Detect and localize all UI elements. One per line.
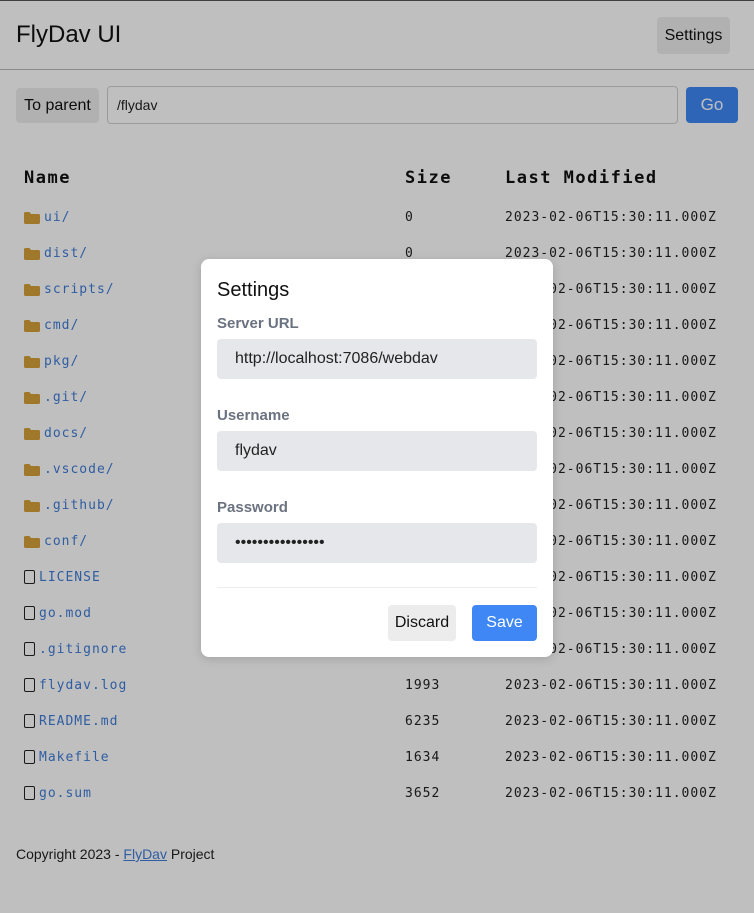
password-label: Password bbox=[217, 499, 288, 516]
save-button[interactable]: Save bbox=[472, 605, 537, 641]
server-url-label: Server URL bbox=[217, 315, 299, 332]
modal-divider bbox=[217, 587, 537, 588]
password-input[interactable] bbox=[217, 523, 537, 563]
username-label: Username bbox=[217, 407, 290, 424]
server-url-input[interactable] bbox=[217, 339, 537, 379]
username-input[interactable] bbox=[217, 431, 537, 471]
modal-title: Settings bbox=[217, 279, 290, 301]
discard-button[interactable]: Discard bbox=[388, 605, 456, 641]
settings-modal: Settings Server URL Username Password Di… bbox=[201, 259, 553, 657]
